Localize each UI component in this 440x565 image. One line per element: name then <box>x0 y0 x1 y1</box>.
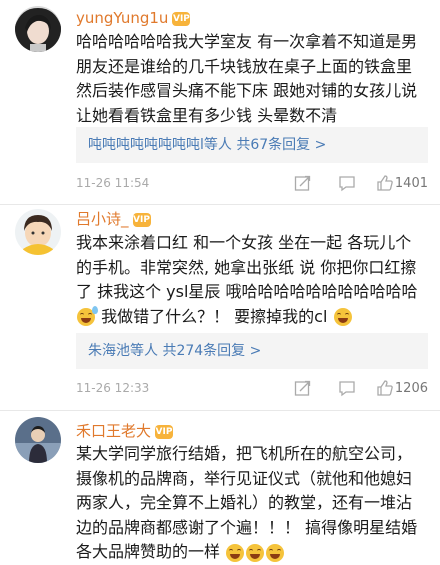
username-text[interactable]: yungYung1u <box>76 9 168 27</box>
avatar[interactable] <box>15 6 61 52</box>
vip-badge-icon: VIP <box>172 11 191 26</box>
comment-time: 11-26 11:54 <box>76 176 150 190</box>
reply-arrow-icon: > <box>249 343 262 359</box>
comment-icon[interactable] <box>338 379 356 400</box>
username-text[interactable]: 吕小诗_ <box>76 210 129 228</box>
avatar[interactable] <box>15 417 61 463</box>
comment-item: yungYung1u VIP 哈哈哈哈哈哈我大学室友 有一次拿着不知道是男朋友还是… <box>0 0 440 205</box>
reply-count[interactable]: 共274条回复 <box>162 343 245 359</box>
username[interactable]: 吕小诗_ VIP <box>76 208 151 229</box>
laugh-cry-emoji <box>246 543 265 562</box>
avatar[interactable] <box>15 209 61 255</box>
username-text[interactable]: 禾口王老大 <box>76 422 151 440</box>
comment-text: 我本来涂着口红 和一个女孩 坐在一起 各玩儿个的手机。非常突然, 她拿出张纸 说… <box>76 231 426 329</box>
reply-count[interactable]: 共67条回复 <box>236 137 310 153</box>
laugh-cry-emoji <box>333 308 352 326</box>
like-icon[interactable] <box>376 379 394 400</box>
vip-badge-icon: VIP <box>132 212 151 227</box>
reply-arrow-icon: > <box>314 137 327 153</box>
reply-names[interactable]: 朱海池等人 <box>88 343 158 359</box>
sweat-laugh-emoji <box>77 306 98 326</box>
reply-names[interactable]: 吨吨吨吨吨吨吨吨l等人 <box>88 137 232 153</box>
comment-text: 某大学同学旅行结婚，把飞机所在的航空公司，摄像机的品牌商，举行见证仪式（就他和他… <box>76 442 426 565</box>
username[interactable]: yungYung1u VIP <box>76 9 191 27</box>
comment-text: 哈哈哈哈哈哈我大学室友 有一次拿着不知道是男朋友还是谁给的几千块钱放在桌子上面的… <box>76 30 426 128</box>
comment-time: 11-26 12:33 <box>76 381 150 395</box>
vip-badge-icon: VIP <box>155 424 174 439</box>
comment-text-segment: 我做错了什么？！ 要擦掉我的cl <box>101 306 328 326</box>
like-count: 1401 <box>394 176 428 191</box>
like-icon[interactable] <box>376 174 394 195</box>
laugh-cry-emoji <box>266 543 285 562</box>
comment-text-segment: 某大学同学旅行结婚，把飞机所在的航空公司，摄像机的品牌商，举行见证仪式（就他和他… <box>76 444 418 561</box>
share-icon[interactable] <box>294 379 312 400</box>
reply-summary[interactable]: 朱海池等人 共274条回复 > <box>76 333 428 369</box>
comment-icon[interactable] <box>338 174 356 195</box>
comment-meta: 11-26 11:54 1401 <box>76 174 428 194</box>
divider <box>0 410 440 411</box>
comment-item: 吕小诗_ VIP 我本来涂着口红 和一个女孩 坐在一起 各玩儿个的手机。非常突然,… <box>0 205 440 413</box>
reply-summary[interactable]: 吨吨吨吨吨吨吨吨l等人 共67条回复 > <box>76 127 428 163</box>
like-count: 1206 <box>394 381 428 396</box>
comment-text-segment: 我本来涂着口红 和一个女孩 坐在一起 各玩儿个的手机。非常突然, 她拿出张纸 说… <box>76 233 418 301</box>
share-icon[interactable] <box>294 174 312 195</box>
comment-text-segment: 哈哈哈哈哈哈我大学室友 有一次拿着不知道是男朋友还是谁给的几千块钱放在桌子上面的… <box>76 32 418 125</box>
laugh-cry-emoji <box>226 543 245 562</box>
comment-item: 禾口王老大 VIP 某大学同学旅行结婚，把飞机所在的航空公司，摄像机的品牌商，举行… <box>0 413 440 562</box>
username[interactable]: 禾口王老大 VIP <box>76 420 174 441</box>
comment-meta: 11-26 12:33 1206 <box>76 379 428 399</box>
